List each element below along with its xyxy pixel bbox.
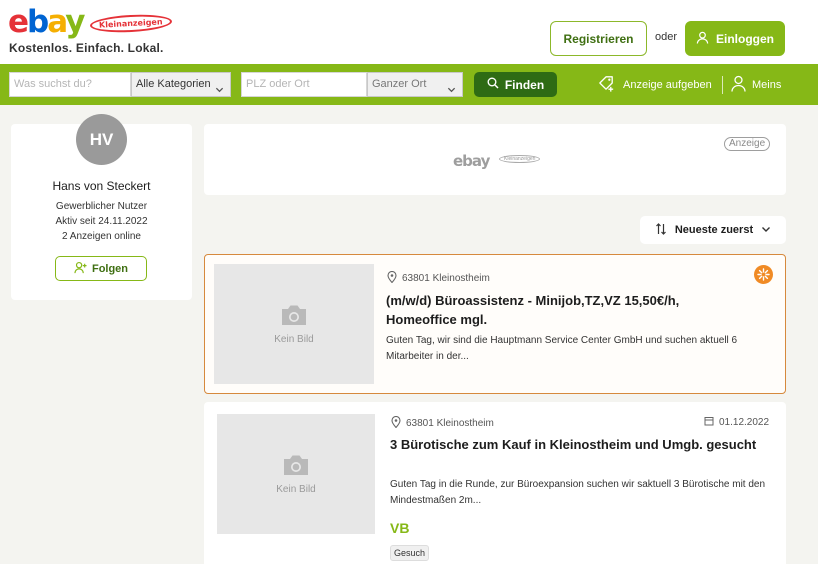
chevron-down-icon — [447, 80, 456, 103]
listing-image-placeholder[interactable]: Kein Bild — [214, 264, 374, 384]
ad-banner[interactable]: ebay Kleinanzeigen Anzeige — [204, 124, 786, 195]
ad-kleinanzeigen-badge: Kleinanzeigen — [499, 155, 541, 163]
tagline: Kostenlos. Einfach. Lokal. — [9, 41, 164, 55]
register-button[interactable]: Registrieren — [550, 21, 647, 56]
login-button[interactable]: Einloggen — [685, 21, 785, 56]
listing-location: 63801 Kleinostheim — [387, 270, 490, 286]
top-ad-badge-icon — [754, 265, 773, 284]
location-pin-icon — [391, 415, 401, 431]
search-input[interactable]: Was suchst du? — [9, 72, 131, 97]
radius-value: Ganzer Ort — [372, 78, 427, 90]
location-text: 63801 Kleinostheim — [402, 273, 490, 284]
chevron-down-icon — [215, 80, 224, 103]
search-icon — [487, 77, 499, 92]
listing-title[interactable]: 3 Bürotische zum Kauf in Kleinostheim un… — [390, 435, 762, 454]
mine-link[interactable]: Meins — [731, 74, 781, 96]
follow-label: Folgen — [91, 262, 129, 275]
post-ad-link[interactable]: Anzeige aufgeben — [597, 74, 712, 96]
kleinanzeigen-logo-badge: Kleinanzeigen — [89, 12, 172, 35]
logo[interactable]: ebay Kleinanzeigen Kostenlos. Einfach. L… — [8, 6, 178, 58]
date-text: 01.12.2022 — [719, 417, 770, 428]
search-bar: Was suchst du? Alle Kategorien PLZ oder … — [0, 64, 818, 105]
radius-select[interactable]: Ganzer Ort — [367, 72, 463, 97]
listing-tag: Gesuch — [390, 545, 430, 561]
listing-location: 63801 Kleinostheim — [391, 415, 494, 431]
chevron-down-icon — [761, 224, 771, 237]
listing-description: Guten Tag in die Runde, zur Büroexpansio… — [390, 479, 766, 506]
listing-date: 01.12.2022 — [704, 416, 769, 429]
mine-label: Meins — [752, 79, 782, 91]
active-since: Aktiv seit 24.11.2022 — [55, 216, 148, 227]
category-select[interactable]: Alle Kategorien — [131, 72, 231, 97]
find-button[interactable]: Finden — [474, 72, 557, 97]
divider — [722, 76, 723, 94]
follow-button[interactable]: Folgen — [55, 256, 147, 281]
sort-label: Neueste zuerst — [674, 224, 754, 236]
user-icon — [696, 31, 709, 47]
listing-image-placeholder[interactable]: Kein Bild — [217, 414, 375, 534]
follow-user-icon — [74, 261, 87, 277]
listing-price: VB — [390, 520, 410, 536]
post-ad-label: Anzeige aufgeben — [623, 79, 712, 91]
category-value: Alle Kategorien — [136, 78, 211, 90]
user-icon — [731, 75, 746, 95]
login-label: Einloggen — [716, 31, 774, 46]
seller-profile-card: HV Hans von Steckert Gewerblicher Nutzer… — [11, 114, 192, 300]
ebay-logo-text: ebay — [8, 4, 85, 40]
no-image-label: Kein Bild — [276, 484, 316, 495]
location-text: 63801 Kleinostheim — [406, 418, 494, 429]
listing-title[interactable]: (m/w/d) Büroassistenz - Minijob,TZ,VZ 15… — [386, 291, 746, 329]
camera-icon — [281, 453, 311, 480]
ad-ebay-logo: ebay — [453, 152, 490, 170]
sort-icon — [655, 222, 667, 238]
location-input[interactable]: PLZ oder Ort — [241, 72, 367, 97]
tag-plus-icon — [597, 74, 616, 96]
site-header: ebay Kleinanzeigen Kostenlos. Einfach. L… — [0, 0, 818, 64]
avatar: HV — [76, 114, 127, 165]
ads-online-count: 2 Anzeigen online — [62, 231, 141, 242]
no-image-label: Kein Bild — [274, 334, 314, 345]
camera-icon — [279, 303, 309, 330]
ad-label: Anzeige — [724, 137, 771, 151]
seller-type: Gewerblicher Nutzer — [55, 201, 148, 212]
listing-card[interactable]: Kein Bild 63801 Kleinostheim 01.12.2022 … — [204, 402, 786, 564]
location-pin-icon — [387, 270, 397, 286]
calendar-icon — [704, 416, 714, 429]
or-label: oder — [655, 31, 678, 43]
listing-card[interactable]: Kein Bild 63801 Kleinostheim (m/w/d) Bür… — [204, 254, 786, 394]
listing-description: Guten Tag, wir sind die Hauptmann Servic… — [386, 335, 738, 362]
find-label: Finden — [504, 77, 545, 92]
sort-dropdown[interactable]: Neueste zuerst — [640, 216, 786, 244]
seller-name[interactable]: Hans von Steckert — [11, 179, 192, 193]
